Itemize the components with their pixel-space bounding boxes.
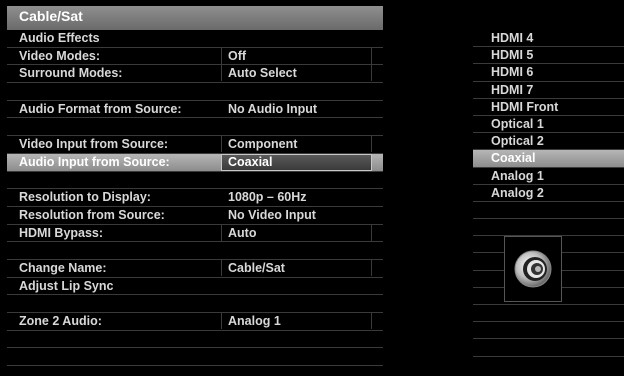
menu-item-audio-format-from-source[interactable]: Audio Format from Source: No Audio Input — [7, 101, 383, 119]
option-label: Optical 2 — [491, 134, 544, 149]
option-hdmi-4[interactable]: HDMI 4 — [473, 30, 624, 48]
menu-item-resolution-to-display[interactable]: Resolution to Display: 1080p – 60Hz — [7, 189, 383, 207]
menu-spacer — [7, 118, 383, 136]
option-spacer — [473, 219, 624, 237]
menu-item-video-input-from-source[interactable]: Video Input from Source: Component — [7, 136, 383, 154]
menu-item-value: No Audio Input — [228, 101, 318, 116]
option-analog-2[interactable]: Analog 2 — [473, 185, 624, 203]
option-label: HDMI 7 — [491, 82, 534, 97]
menu-item-label: Zone 2 Audio: — [19, 314, 102, 328]
menu-item-zone-2-audio[interactable]: Zone 2 Audio: Analog 1 — [7, 313, 383, 331]
option-label: HDMI 5 — [491, 48, 534, 63]
menu-item-label: Change Name: — [19, 260, 107, 275]
audio-input-submenu: HDMI 4 HDMI 5 HDMI 6 HDMI 7 HDMI Front Optica… — [473, 30, 624, 357]
menu-item-value: Auto — [228, 225, 257, 240]
option-label: HDMI 4 — [491, 31, 534, 45]
menu-spacer — [7, 172, 383, 190]
menu-spacer — [7, 295, 383, 313]
option-hdmi-7[interactable]: HDMI 7 — [473, 82, 624, 99]
option-optical-1[interactable]: Optical 1 — [473, 116, 624, 134]
option-hdmi-6[interactable]: HDMI 6 — [473, 64, 624, 82]
menu-item-surround-modes[interactable]: Surround Modes: Auto Select — [7, 65, 383, 83]
option-label: Optical 1 — [491, 116, 544, 131]
menu-spacer — [7, 83, 383, 101]
menu-item-value: 1080p – 60Hz — [228, 190, 307, 205]
menu-item-value: Cable/Sat — [228, 260, 285, 275]
menu-item-change-name[interactable]: Change Name: Cable/Sat — [7, 259, 383, 278]
menu-item-label: Audio Effects — [19, 31, 100, 45]
option-coaxial[interactable]: Coaxial — [473, 150, 624, 168]
menu-item-label: Video Modes: — [19, 48, 101, 63]
option-analog-1[interactable]: Analog 1 — [473, 168, 624, 185]
option-spacer — [473, 339, 624, 357]
menu-item-label: Resolution from Source: — [19, 207, 165, 222]
page-title: Cable/Sat — [19, 8, 83, 24]
connector-preview — [504, 236, 562, 302]
menu-item-audio-effects[interactable]: Audio Effects — [7, 30, 383, 48]
menu-spacer — [7, 331, 383, 349]
menu-item-label: Audio Format from Source: — [19, 101, 182, 116]
menu-item-label: HDMI Bypass: — [19, 225, 104, 240]
menu-item-label: Video Input from Source: — [19, 137, 169, 152]
menu-item-label: Audio Input from Source: — [19, 154, 170, 169]
option-spacer — [473, 202, 624, 220]
menu-item-audio-input-from-source[interactable]: Audio Input from Source: Coaxial — [7, 153, 383, 172]
menu-item-label: Surround Modes: — [19, 66, 123, 81]
option-hdmi-front[interactable]: HDMI Front — [473, 99, 624, 117]
option-label: HDMI Front — [491, 99, 559, 114]
option-label: HDMI 6 — [491, 65, 534, 80]
menu-spacer — [7, 348, 383, 366]
menu-item-value: Analog 1 — [228, 314, 281, 328]
coaxial-connector-icon — [514, 250, 552, 288]
option-spacer — [473, 305, 624, 323]
menu-item-value: No Video Input — [228, 207, 316, 222]
menu-item-value: Component — [228, 137, 298, 152]
option-label: Coaxial — [491, 151, 536, 166]
menu-item-adjust-lip-sync[interactable]: Adjust Lip Sync — [7, 278, 383, 296]
option-label: Analog 2 — [491, 185, 544, 200]
menu-item-resolution-from-source[interactable]: Resolution from Source: No Video Input — [7, 207, 383, 225]
option-label: Analog 1 — [491, 168, 544, 183]
menu-spacer — [7, 242, 383, 260]
option-hdmi-5[interactable]: HDMI 5 — [473, 47, 624, 65]
menu-item-hdmi-bypass[interactable]: HDMI Bypass: Auto — [7, 224, 383, 243]
menu-item-value: Off — [228, 48, 247, 63]
menu-item-label: Resolution to Display: — [19, 190, 151, 205]
settings-menu: Audio Effects Video Modes: Off Surround Mod… — [7, 30, 383, 366]
menu-item-value: Coaxial — [228, 154, 273, 169]
menu-item-video-modes[interactable]: Video Modes: Off — [7, 47, 383, 66]
title-bar: Cable/Sat — [7, 6, 383, 30]
option-optical-2[interactable]: Optical 2 — [473, 133, 624, 151]
menu-item-label: Adjust Lip Sync — [19, 278, 114, 293]
menu-item-value: Auto Select — [228, 66, 297, 81]
option-spacer — [473, 322, 624, 340]
